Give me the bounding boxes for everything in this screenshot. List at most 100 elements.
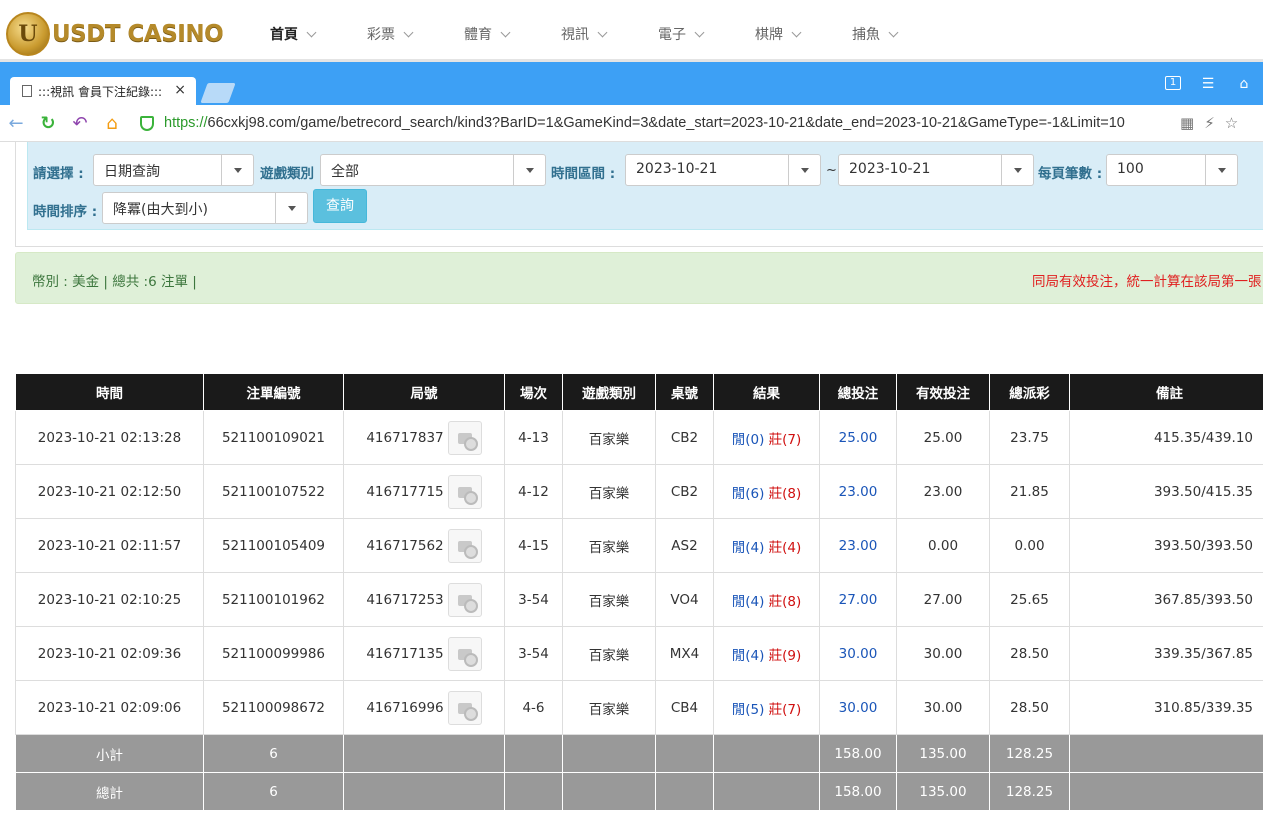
cell-result: 閒(4) 莊(8)	[713, 572, 820, 627]
lightning-icon[interactable]: ⚡	[1204, 114, 1215, 132]
note-text: 393.50/415.35	[1153, 483, 1253, 500]
cell-bet-id: 521100107522	[203, 464, 344, 519]
column-header: 時間	[15, 373, 204, 411]
cell-session: 3-54	[504, 626, 563, 681]
browser-tab[interactable]: :::視訊 會員下注紀錄::: ×	[10, 77, 196, 105]
cell-result: 閒(4) 莊(4)	[713, 518, 820, 573]
player-result: 閒(4)	[731, 593, 765, 610]
cell-total-bet[interactable]: 30.00	[819, 680, 897, 735]
nav-sports[interactable]: 體育	[464, 24, 511, 44]
session-text: 4-13	[518, 429, 549, 446]
logo-coin-icon: U	[6, 12, 50, 56]
video-replay-icon[interactable]	[447, 582, 482, 617]
total-bet-link[interactable]: 25.00	[839, 430, 878, 446]
total-bet-link[interactable]: 30.00	[839, 700, 878, 716]
url-input[interactable]: https://66cxkj98.com/game/betrecord_sear…	[164, 115, 1174, 131]
sort-select[interactable]: 降冪(由大到小)	[102, 192, 308, 224]
cell-round: 416717562	[343, 518, 505, 573]
payout-text: 23.75	[1010, 429, 1049, 446]
home-icon[interactable]: ⌂	[96, 113, 128, 134]
total-bet-link[interactable]: 27.00	[839, 592, 878, 608]
total-bet-link[interactable]: 30.00	[839, 646, 878, 662]
query-type-select[interactable]: 日期查詢	[93, 154, 254, 186]
cell-total-bet[interactable]: 23.00	[819, 464, 897, 519]
nav-lottery[interactable]: 彩票	[367, 24, 414, 44]
menu-icon[interactable]: ☰	[1199, 76, 1217, 92]
column-header: 場次	[504, 373, 563, 411]
summary-text: 幣別 : 美金 | 總共 :6 注單 |	[32, 274, 197, 290]
cell-payout: 21.85	[989, 464, 1070, 519]
nav-home[interactable]: 首頁	[270, 24, 317, 44]
video-replay-icon[interactable]	[447, 474, 482, 509]
cell-total-bet[interactable]: 23.00	[819, 518, 897, 573]
session-text: 4-12	[518, 483, 549, 500]
url-scheme: https://	[164, 115, 208, 131]
total-bet-link[interactable]: 23.00	[839, 538, 878, 554]
cell-time: 2023-10-21 02:12:50	[15, 464, 204, 519]
cell-total-bet[interactable]: 27.00	[819, 572, 897, 627]
nav-electronic[interactable]: 電子	[658, 24, 705, 44]
total-cell: 135.00	[896, 772, 990, 811]
bet-id-text: 521100099986	[221, 645, 326, 662]
video-replay-icon[interactable]	[447, 528, 482, 563]
cell-round: 416716996	[343, 680, 505, 735]
video-replay-icon[interactable]	[447, 690, 482, 725]
valid-bet-text: 30.00	[923, 699, 963, 716]
payout-text: 21.85	[1010, 483, 1049, 500]
cell-bet-id: 521100098672	[203, 680, 344, 735]
qr-code-icon[interactable]: ▦	[1180, 114, 1194, 132]
empty-cell	[504, 734, 563, 773]
caret-down-icon	[788, 155, 820, 185]
cell-payout: 23.75	[989, 410, 1070, 465]
video-replay-icon[interactable]	[447, 420, 482, 455]
date-start-value: 2023-10-21	[636, 161, 718, 177]
star-icon[interactable]: ☆	[1225, 114, 1238, 132]
round-number: 416716996	[366, 699, 444, 716]
date-end-select[interactable]: 2023-10-21	[838, 154, 1034, 186]
cell-total-bet[interactable]: 25.00	[819, 410, 897, 465]
casino-logo[interactable]: U USDT CASINO	[6, 12, 224, 56]
sort-label: 時間排序 :	[33, 204, 98, 220]
back-arrow-icon[interactable]: ←	[0, 113, 32, 134]
date-start-select[interactable]: 2023-10-21	[625, 154, 821, 186]
table-row: 2023-10-21 02:11:57 521100105409 416717562…	[15, 518, 1263, 573]
table-id-text: AS2	[671, 537, 698, 554]
per-page-select[interactable]: 100	[1106, 154, 1238, 186]
valid-bet-text: 0.00	[927, 537, 959, 554]
tab-close-icon[interactable]: ×	[174, 82, 186, 98]
nav-fishing[interactable]: 捕魚	[852, 24, 899, 44]
window-count-icon[interactable]: 1	[1165, 76, 1181, 90]
sort-value: 降冪(由大到小)	[113, 202, 208, 218]
round-number: 416717562	[366, 537, 444, 554]
cell-round: 416717837	[343, 410, 505, 465]
total-bet-link[interactable]: 23.00	[839, 484, 878, 500]
column-header: 局號	[343, 373, 505, 411]
payout-text: 28.50	[1010, 699, 1049, 716]
undo-icon[interactable]: ↶	[64, 113, 96, 134]
chevron-down-icon	[888, 27, 899, 37]
video-replay-icon[interactable]	[447, 636, 482, 671]
chevron-down-icon	[306, 27, 317, 37]
banker-result: 莊(9)	[768, 647, 802, 664]
cell-total-bet[interactable]: 30.00	[819, 626, 897, 681]
cell-payout: 0.00	[989, 518, 1070, 573]
table-id-text: CB2	[670, 429, 699, 446]
cell-table-id: VO4	[655, 572, 714, 627]
game-type-select[interactable]: 全部	[320, 154, 546, 186]
query-button[interactable]: 查詢	[313, 189, 367, 223]
caret-down-icon	[513, 155, 545, 185]
nav-live-video[interactable]: 視訊	[561, 24, 608, 44]
total-cell: 總計	[15, 772, 204, 811]
skin-icon[interactable]: ⌂	[1235, 76, 1253, 92]
reload-icon[interactable]: ↻	[32, 113, 64, 134]
nav-chess-cards[interactable]: 棋牌	[755, 24, 802, 44]
cell-game-type: 百家樂	[562, 680, 656, 735]
empty-cell	[713, 734, 820, 773]
column-header: 總投注	[819, 373, 897, 411]
new-tab-button[interactable]	[200, 83, 236, 103]
valid-bet-text: 27.00	[923, 591, 963, 608]
table-id-text: CB2	[670, 483, 699, 500]
note-text: 393.50/393.50	[1153, 537, 1253, 554]
subtotal-cell: 6	[203, 734, 344, 773]
cell-valid-bet: 30.00	[896, 680, 990, 735]
